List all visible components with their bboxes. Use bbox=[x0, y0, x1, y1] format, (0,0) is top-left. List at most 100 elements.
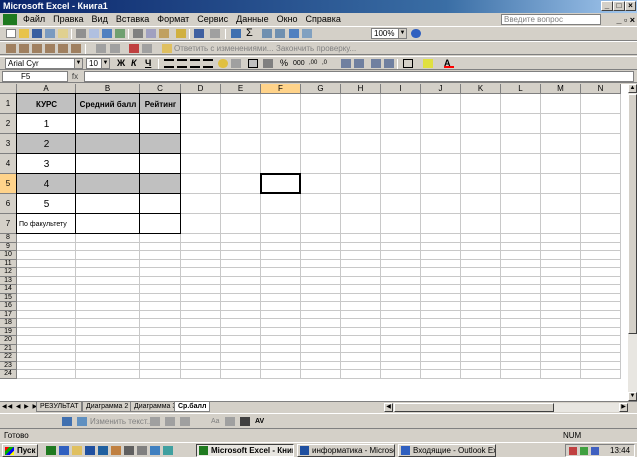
grid-cell[interactable] bbox=[421, 234, 461, 243]
grid-cell[interactable] bbox=[541, 361, 581, 370]
grid-cell[interactable] bbox=[581, 310, 621, 319]
grid-cell[interactable] bbox=[381, 276, 421, 285]
close-button[interactable]: × bbox=[625, 1, 636, 11]
grid-cell[interactable] bbox=[501, 214, 541, 234]
grid-cell[interactable] bbox=[181, 174, 221, 194]
grid-cell[interactable] bbox=[301, 268, 341, 277]
grid-cell[interactable] bbox=[421, 276, 461, 285]
row-header[interactable]: 8 bbox=[0, 234, 17, 243]
grid-cell[interactable] bbox=[261, 214, 301, 234]
quicklaunch-icon-5[interactable] bbox=[98, 446, 108, 455]
grid-cell[interactable] bbox=[76, 251, 140, 260]
grid-cell[interactable] bbox=[17, 344, 76, 353]
table-cell[interactable] bbox=[76, 114, 140, 134]
open-icon[interactable] bbox=[19, 29, 29, 38]
grid-cell[interactable] bbox=[341, 361, 381, 370]
grid-cell[interactable] bbox=[140, 251, 181, 260]
sort-asc-icon[interactable] bbox=[262, 29, 272, 38]
grid-cell[interactable] bbox=[261, 344, 301, 353]
quicklaunch-word-icon[interactable] bbox=[85, 446, 95, 455]
grid-cell[interactable] bbox=[421, 259, 461, 268]
table-cell[interactable] bbox=[140, 134, 181, 154]
reply-icon[interactable] bbox=[162, 44, 172, 53]
redo-icon[interactable] bbox=[210, 29, 220, 38]
grid-cell[interactable] bbox=[261, 353, 301, 362]
sheet-tab[interactable]: Диаграмма 2 bbox=[82, 402, 133, 412]
grid-cell[interactable] bbox=[381, 259, 421, 268]
grid-cell[interactable] bbox=[421, 353, 461, 362]
row-header[interactable]: 24 bbox=[0, 370, 17, 379]
grid-cell[interactable] bbox=[76, 370, 140, 379]
grid-cell[interactable] bbox=[221, 327, 261, 336]
grid-cell[interactable] bbox=[76, 276, 140, 285]
grid-cell[interactable] bbox=[341, 242, 381, 251]
table-cell[interactable] bbox=[76, 134, 140, 154]
grid-cell[interactable] bbox=[17, 327, 76, 336]
grid-cell[interactable] bbox=[581, 361, 621, 370]
row-header[interactable]: 3 bbox=[0, 134, 17, 154]
grid-cell[interactable] bbox=[381, 114, 421, 134]
grid-cell[interactable] bbox=[181, 268, 221, 277]
grid-cell[interactable] bbox=[221, 134, 261, 154]
grid-cell[interactable] bbox=[76, 285, 140, 294]
grid-cell[interactable] bbox=[261, 194, 301, 214]
grid-cell[interactable] bbox=[581, 302, 621, 311]
grid-cell[interactable] bbox=[461, 276, 501, 285]
grid-cell[interactable] bbox=[341, 259, 381, 268]
grid-cell[interactable] bbox=[221, 174, 261, 194]
table-cell[interactable]: 3 bbox=[17, 154, 76, 174]
grid-cell[interactable] bbox=[381, 327, 421, 336]
horizontal-scrollbar[interactable]: ◀ ▶ bbox=[384, 403, 628, 412]
review-icon-10[interactable] bbox=[142, 44, 152, 53]
grid-cell[interactable] bbox=[421, 361, 461, 370]
grid-cell[interactable] bbox=[221, 310, 261, 319]
grid-cell[interactable] bbox=[461, 293, 501, 302]
grid-cell[interactable] bbox=[421, 214, 461, 234]
decrease-decimal-icon[interactable]: ,0 bbox=[322, 59, 332, 68]
grid-cell[interactable] bbox=[421, 94, 461, 114]
table-cell[interactable] bbox=[76, 174, 140, 194]
grid-cell[interactable] bbox=[301, 94, 341, 114]
grid-cell[interactable] bbox=[76, 344, 140, 353]
grid-cell[interactable] bbox=[301, 327, 341, 336]
grid-cell[interactable] bbox=[181, 310, 221, 319]
scroll-up-button[interactable]: ▲ bbox=[628, 84, 637, 93]
grid-cell[interactable] bbox=[301, 310, 341, 319]
grid-cell[interactable] bbox=[581, 251, 621, 260]
grid-cell[interactable] bbox=[76, 353, 140, 362]
table-cell[interactable] bbox=[140, 194, 181, 214]
grid-cell[interactable] bbox=[381, 154, 421, 174]
grid-cell[interactable] bbox=[421, 370, 461, 379]
grid-cell[interactable] bbox=[341, 310, 381, 319]
tray-icon-2[interactable] bbox=[580, 447, 588, 455]
column-header[interactable]: N bbox=[581, 84, 621, 94]
minimize-button[interactable]: _ bbox=[601, 1, 613, 11]
grid-cell[interactable] bbox=[381, 285, 421, 294]
table-cell[interactable] bbox=[140, 214, 181, 234]
tray-icon-1[interactable] bbox=[569, 447, 577, 455]
grid-cell[interactable] bbox=[461, 114, 501, 134]
grid-cell[interactable] bbox=[421, 242, 461, 251]
borders-icon[interactable] bbox=[403, 59, 413, 68]
grid-cell[interactable] bbox=[581, 353, 621, 362]
grid-cell[interactable] bbox=[501, 194, 541, 214]
grid-cell[interactable] bbox=[261, 276, 301, 285]
column-header[interactable]: L bbox=[501, 84, 541, 94]
column-header[interactable]: M bbox=[541, 84, 581, 94]
row-header[interactable]: 5 bbox=[0, 174, 17, 194]
grid-cell[interactable] bbox=[261, 134, 301, 154]
grid-cell[interactable] bbox=[501, 370, 541, 379]
grid-cell[interactable] bbox=[421, 310, 461, 319]
grid-cell[interactable] bbox=[501, 336, 541, 345]
grid-cell[interactable] bbox=[76, 310, 140, 319]
text-tool-icon-5[interactable] bbox=[180, 417, 190, 426]
grid-cell[interactable] bbox=[581, 276, 621, 285]
grid-cell[interactable] bbox=[76, 234, 140, 243]
grid-cell[interactable] bbox=[301, 336, 341, 345]
worksheet-grid[interactable]: A B C D E F G H I J K L M N 1 2 3 4 5 6 7 8 9 10 11 12 13 14 15 16 17 1… bbox=[0, 84, 628, 401]
grid-cell[interactable] bbox=[17, 310, 76, 319]
grid-cell[interactable] bbox=[221, 114, 261, 134]
grid-cell[interactable] bbox=[17, 293, 76, 302]
review-icon-7[interactable] bbox=[96, 44, 106, 53]
grid-cell[interactable] bbox=[181, 134, 221, 154]
